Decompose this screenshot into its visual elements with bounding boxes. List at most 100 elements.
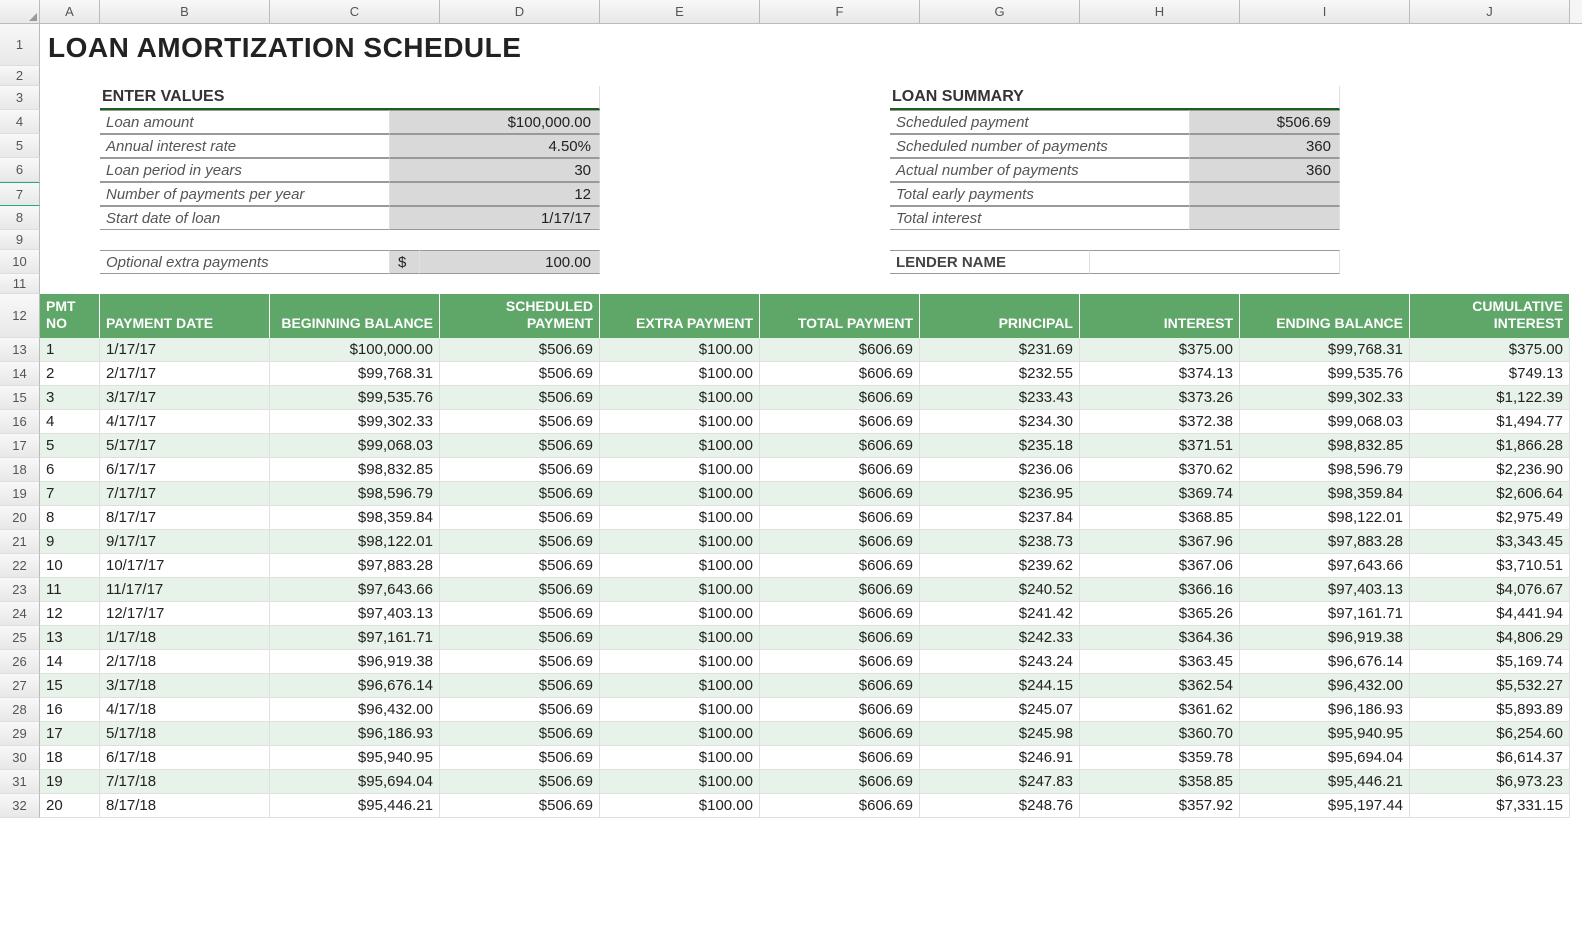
cell-total-payment[interactable]: $606.69 — [760, 746, 920, 770]
cell-ending-balance[interactable]: $99,302.33 — [1240, 386, 1410, 410]
cell-scheduled-payment[interactable]: $506.69 — [440, 482, 600, 506]
cell-scheduled-payment[interactable]: $506.69 — [440, 434, 600, 458]
cell-interest[interactable]: $368.85 — [1080, 506, 1240, 530]
cell-interest[interactable]: $369.74 — [1080, 482, 1240, 506]
row-header-10[interactable]: 10 — [0, 250, 40, 274]
cell-extra-payment[interactable]: $100.00 — [600, 770, 760, 794]
cell-cumulative-interest[interactable]: $6,614.37 — [1410, 746, 1570, 770]
cell-ending-balance[interactable]: $97,403.13 — [1240, 578, 1410, 602]
cell-total-payment[interactable]: $606.69 — [760, 650, 920, 674]
cell-cumulative-interest[interactable]: $5,532.27 — [1410, 674, 1570, 698]
cell-payment-date[interactable]: 12/17/17 — [100, 602, 270, 626]
cell-ending-balance[interactable]: $99,068.03 — [1240, 410, 1410, 434]
cell-scheduled-payment[interactable]: $506.69 — [440, 650, 600, 674]
cell-pmt-no[interactable]: 1 — [40, 338, 100, 362]
cell-beginning-balance[interactable]: $98,832.85 — [270, 458, 440, 482]
enter-values-value[interactable]: 4.50% — [390, 134, 600, 158]
cell-pmt-no[interactable]: 14 — [40, 650, 100, 674]
cell-total-payment[interactable]: $606.69 — [760, 770, 920, 794]
cell-total-payment[interactable]: $606.69 — [760, 362, 920, 386]
cell-extra-payment[interactable]: $100.00 — [600, 578, 760, 602]
cell-interest[interactable]: $367.06 — [1080, 554, 1240, 578]
cell-payment-date[interactable]: 10/17/17 — [100, 554, 270, 578]
col-header-E[interactable]: E — [600, 0, 760, 23]
cell-pmt-no[interactable]: 10 — [40, 554, 100, 578]
row-header-22[interactable]: 22 — [0, 554, 40, 578]
cell-ending-balance[interactable]: $98,359.84 — [1240, 482, 1410, 506]
cell-ending-balance[interactable]: $96,919.38 — [1240, 626, 1410, 650]
cell-ending-balance[interactable]: $98,832.85 — [1240, 434, 1410, 458]
cell-cumulative-interest[interactable]: $4,076.67 — [1410, 578, 1570, 602]
cell-principal[interactable]: $245.07 — [920, 698, 1080, 722]
cell-beginning-balance[interactable]: $95,940.95 — [270, 746, 440, 770]
cell-pmt-no[interactable]: 18 — [40, 746, 100, 770]
cell-extra-payment[interactable]: $100.00 — [600, 386, 760, 410]
cell-extra-payment[interactable]: $100.00 — [600, 674, 760, 698]
cell-beginning-balance[interactable]: $98,359.84 — [270, 506, 440, 530]
cell-scheduled-payment[interactable]: $506.69 — [440, 554, 600, 578]
col-header-I[interactable]: I — [1240, 0, 1410, 23]
col-header-D[interactable]: D — [440, 0, 600, 23]
cell-pmt-no[interactable]: 7 — [40, 482, 100, 506]
cell-interest[interactable]: $375.00 — [1080, 338, 1240, 362]
row-header-17[interactable]: 17 — [0, 434, 40, 458]
cell-cumulative-interest[interactable]: $4,806.29 — [1410, 626, 1570, 650]
cell-total-payment[interactable]: $606.69 — [760, 482, 920, 506]
cell-scheduled-payment[interactable]: $506.69 — [440, 410, 600, 434]
cell-principal[interactable]: $235.18 — [920, 434, 1080, 458]
col-header-A[interactable]: A — [40, 0, 100, 23]
cell-beginning-balance[interactable]: $98,596.79 — [270, 482, 440, 506]
cell-pmt-no[interactable]: 3 — [40, 386, 100, 410]
row-header-24[interactable]: 24 — [0, 602, 40, 626]
cell-scheduled-payment[interactable]: $506.69 — [440, 506, 600, 530]
row-header-11[interactable]: 11 — [0, 274, 40, 294]
cell-scheduled-payment[interactable]: $506.69 — [440, 386, 600, 410]
cell-interest[interactable]: $370.62 — [1080, 458, 1240, 482]
cell-cumulative-interest[interactable]: $5,169.74 — [1410, 650, 1570, 674]
cell-scheduled-payment[interactable]: $506.69 — [440, 794, 600, 818]
cell-pmt-no[interactable]: 5 — [40, 434, 100, 458]
row-header-30[interactable]: 30 — [0, 746, 40, 770]
cell-extra-payment[interactable]: $100.00 — [600, 530, 760, 554]
row-header-16[interactable]: 16 — [0, 410, 40, 434]
cell-principal[interactable]: $231.69 — [920, 338, 1080, 362]
cell-cumulative-interest[interactable]: $375.00 — [1410, 338, 1570, 362]
cell-beginning-balance[interactable]: $99,302.33 — [270, 410, 440, 434]
cell-pmt-no[interactable]: 16 — [40, 698, 100, 722]
row-header-12[interactable]: 12 — [0, 294, 40, 338]
cell-cumulative-interest[interactable]: $749.13 — [1410, 362, 1570, 386]
cell-extra-payment[interactable]: $100.00 — [600, 722, 760, 746]
cell-pmt-no[interactable]: 11 — [40, 578, 100, 602]
cell-payment-date[interactable]: 2/17/17 — [100, 362, 270, 386]
cell-cumulative-interest[interactable]: $2,975.49 — [1410, 506, 1570, 530]
cell-extra-payment[interactable]: $100.00 — [600, 650, 760, 674]
cell-cumulative-interest[interactable]: $3,710.51 — [1410, 554, 1570, 578]
cell-cumulative-interest[interactable]: $5,893.89 — [1410, 698, 1570, 722]
cell-extra-payment[interactable]: $100.00 — [600, 458, 760, 482]
cell-total-payment[interactable]: $606.69 — [760, 506, 920, 530]
row-header-32[interactable]: 32 — [0, 794, 40, 818]
cell-principal[interactable]: $242.33 — [920, 626, 1080, 650]
cell-scheduled-payment[interactable]: $506.69 — [440, 698, 600, 722]
cell-scheduled-payment[interactable]: $506.69 — [440, 362, 600, 386]
row-header-19[interactable]: 19 — [0, 482, 40, 506]
cell-extra-payment[interactable]: $100.00 — [600, 626, 760, 650]
col-header-J[interactable]: J — [1410, 0, 1570, 23]
cell-pmt-no[interactable]: 4 — [40, 410, 100, 434]
cell-total-payment[interactable]: $606.69 — [760, 578, 920, 602]
cell-ending-balance[interactable]: $97,161.71 — [1240, 602, 1410, 626]
row-header-13[interactable]: 13 — [0, 338, 40, 362]
cell-beginning-balance[interactable]: $99,068.03 — [270, 434, 440, 458]
cell-ending-balance[interactable]: $95,694.04 — [1240, 746, 1410, 770]
cell-principal[interactable]: $237.84 — [920, 506, 1080, 530]
cell-principal[interactable]: $247.83 — [920, 770, 1080, 794]
cell-beginning-balance[interactable]: $95,694.04 — [270, 770, 440, 794]
cell-interest[interactable]: $360.70 — [1080, 722, 1240, 746]
cell-cumulative-interest[interactable]: $4,441.94 — [1410, 602, 1570, 626]
row-header-25[interactable]: 25 — [0, 626, 40, 650]
cell-total-payment[interactable]: $606.69 — [760, 722, 920, 746]
cell-cumulative-interest[interactable]: $1,122.39 — [1410, 386, 1570, 410]
cell-principal[interactable]: $232.55 — [920, 362, 1080, 386]
cell-extra-payment[interactable]: $100.00 — [600, 698, 760, 722]
cell-interest[interactable]: $357.92 — [1080, 794, 1240, 818]
